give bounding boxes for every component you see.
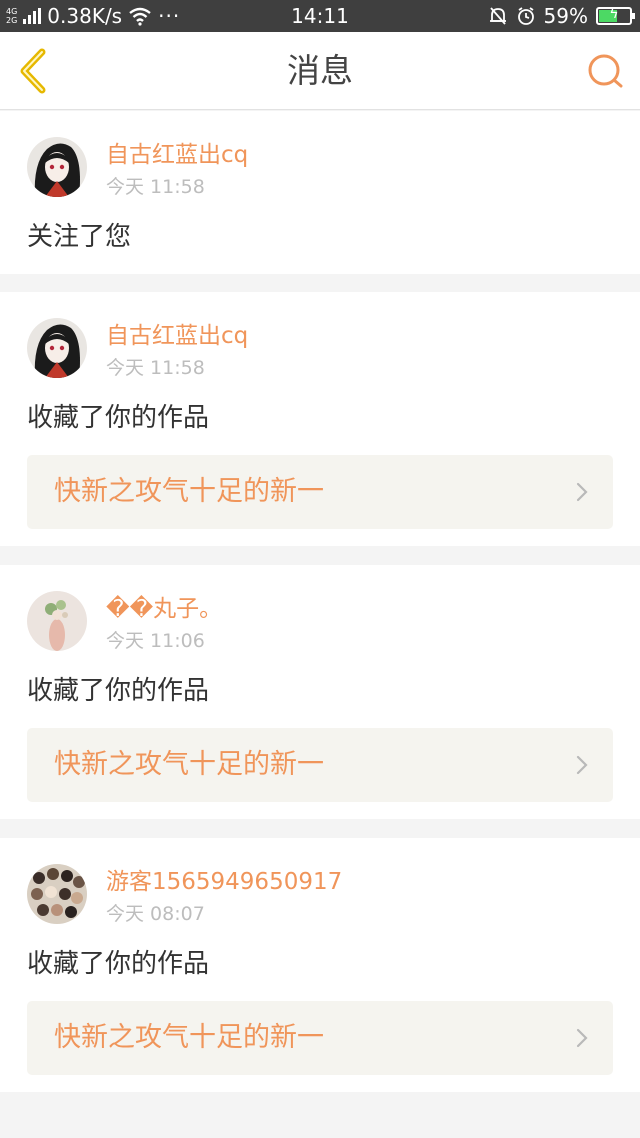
work-link-card[interactable]: 快新之攻气十足的新一 — [27, 728, 613, 802]
user-name[interactable]: 自古红蓝出cq — [106, 322, 248, 350]
work-title: 快新之攻气十足的新一 — [54, 749, 324, 780]
charging-bolt-icon: ϟ — [609, 6, 619, 22]
avatar[interactable] — [27, 591, 87, 651]
chevron-right-icon — [576, 482, 588, 502]
avatar[interactable] — [27, 318, 87, 378]
message-time: 今天 11:06 — [106, 630, 205, 652]
message-action: 关注了您 — [27, 222, 132, 252]
battery-percent: 59% — [543, 4, 588, 28]
user-name[interactable]: ��丸子。 — [106, 595, 222, 623]
search-icon — [588, 54, 623, 88]
page-title: 消息 — [287, 51, 353, 90]
message-item[interactable]: ��丸子。 今天 11:06 收藏了你的作品 快新之攻气十足的新一 — [0, 565, 640, 819]
message-action: 收藏了你的作品 — [27, 403, 210, 433]
message-item[interactable]: 游客1565949650917 今天 08:07 收藏了你的作品 快新之攻气十足… — [0, 838, 640, 1092]
work-link-card[interactable]: 快新之攻气十足的新一 — [27, 455, 613, 529]
work-title: 快新之攻气十足的新一 — [54, 1022, 324, 1053]
user-name[interactable]: 游客1565949650917 — [106, 868, 342, 896]
work-title: 快新之攻气十足的新一 — [54, 476, 324, 507]
chevron-right-icon — [576, 755, 588, 775]
status-bar: 4G 2G 0.38K/s ··· 14:11 59% ϟ — [0, 0, 640, 32]
message-time: 今天 11:58 — [106, 357, 205, 379]
header-bar: 消息 — [0, 32, 640, 110]
user-name[interactable]: 自古红蓝出cq — [106, 141, 248, 169]
battery-icon: ϟ — [596, 6, 635, 25]
message-item[interactable]: 自古红蓝出cq 今天 11:58 收藏了你的作品 快新之攻气十足的新一 — [0, 292, 640, 546]
chevron-right-icon — [576, 1028, 588, 1048]
search-button[interactable] — [586, 52, 624, 90]
work-link-card[interactable]: 快新之攻气十足的新一 — [27, 1001, 613, 1075]
alarm-clock-icon — [517, 7, 534, 25]
message-time: 今天 08:07 — [106, 903, 205, 925]
avatar[interactable] — [27, 137, 87, 197]
message-time: 今天 11:58 — [106, 176, 205, 198]
avatar[interactable] — [27, 864, 87, 924]
message-action: 收藏了你的作品 — [27, 949, 210, 979]
bell-mute-icon — [489, 7, 506, 25]
status-right: 59% ϟ — [488, 3, 635, 29]
message-item[interactable]: 自古红蓝出cq 今天 11:58 关注了您 — [0, 111, 640, 274]
message-action: 收藏了你的作品 — [27, 676, 210, 706]
